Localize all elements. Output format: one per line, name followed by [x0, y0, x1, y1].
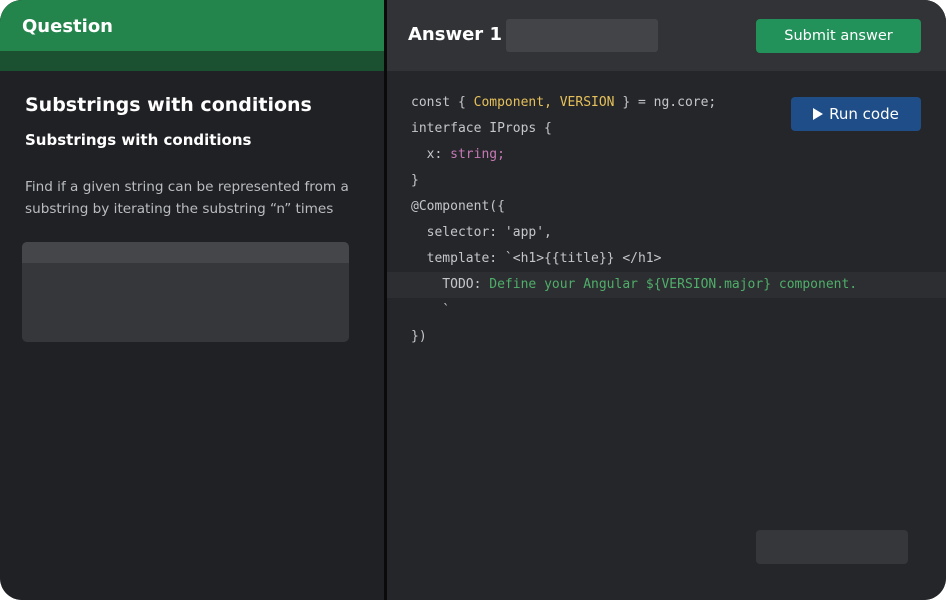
- question-title: Substrings with conditions: [25, 94, 312, 116]
- answer-title: Answer 1: [408, 24, 502, 45]
- answer-panel: Answer 1 Submit answer const { Component…: [387, 0, 946, 600]
- code-line: @Component({: [411, 199, 505, 214]
- play-icon: [813, 108, 824, 120]
- question-description: Find if a given string can be represente…: [25, 179, 349, 217]
- question-panel: Question Substrings with conditions Subs…: [0, 0, 384, 600]
- code-line: x: string;: [411, 147, 505, 162]
- question-subtitle: Substrings with conditions: [25, 131, 252, 149]
- question-header: Question: [0, 0, 384, 51]
- code-challenge-window: Question Substrings with conditions Subs…: [0, 0, 946, 600]
- question-header-title: Question: [22, 16, 113, 37]
- answer-name-input[interactable]: [506, 19, 658, 52]
- code-line: template: `<h1>{{title}} </h1>: [411, 251, 662, 266]
- code-line-active: TODO: Define your Angular ${VERSION.majo…: [387, 272, 946, 298]
- run-code-label: Run code: [829, 105, 899, 123]
- code-line: selector: 'app',: [411, 225, 552, 240]
- run-code-button[interactable]: Run code: [791, 97, 921, 131]
- submit-answer-button[interactable]: Submit answer: [756, 19, 921, 53]
- question-example-card: [22, 242, 349, 342]
- code-line: }: [411, 173, 419, 188]
- code-line: `: [411, 303, 451, 318]
- question-example-card-header: [22, 242, 349, 263]
- code-line: }): [411, 329, 427, 344]
- output-placeholder-field: [756, 530, 908, 564]
- question-header-strip: [0, 51, 384, 71]
- answer-header: Answer 1 Submit answer: [387, 0, 946, 71]
